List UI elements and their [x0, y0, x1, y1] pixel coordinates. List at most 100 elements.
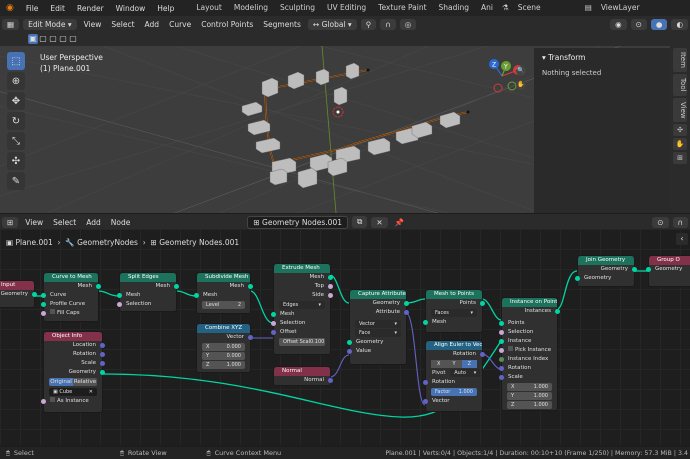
view-layer-icon[interactable]: ▤ [582, 0, 595, 16]
socket-icon[interactable] [41, 399, 46, 404]
transform-panel-title[interactable]: Transform [548, 53, 585, 62]
socket-icon[interactable] [499, 348, 504, 353]
tab-modeling[interactable]: Modeling [228, 0, 274, 16]
scale-z-field[interactable]: Z 1.000 [507, 401, 552, 409]
cursor-tool-icon[interactable]: ⊕ [7, 72, 25, 90]
node-combine-xyz[interactable]: Combine XYZ Vector X 0.000 Y 0.000 Z 1.000 [196, 323, 253, 373]
node-curve-to-mesh[interactable]: Curve to Mesh Mesh Curve Profile Curve F… [41, 272, 101, 322]
socket-icon[interactable] [100, 352, 105, 357]
socket-icon[interactable] [271, 312, 276, 317]
socket-icon[interactable] [96, 284, 101, 289]
axis-y-button[interactable]: Y [446, 360, 462, 368]
scene-icon[interactable]: ⚗ [499, 0, 512, 16]
menu-render[interactable]: Render [71, 4, 110, 13]
socket-icon[interactable] [100, 361, 105, 366]
node-group-output[interactable]: Group O Geometry [646, 255, 690, 287]
tab-shading[interactable]: Shading [433, 0, 475, 16]
pivot-icon[interactable]: ⚲ [360, 18, 377, 30]
socket-icon[interactable] [499, 366, 504, 371]
y-field[interactable]: Y 0.000 [202, 352, 245, 360]
socket-icon[interactable] [117, 293, 122, 298]
menu-help[interactable]: Help [151, 4, 180, 13]
transform-tool-icon[interactable]: ✣ [7, 152, 25, 170]
socket-icon[interactable] [347, 349, 352, 354]
menu-control-points[interactable]: Control Points [196, 20, 258, 29]
socket-icon[interactable] [575, 276, 580, 281]
socket-icon[interactable] [41, 302, 46, 307]
menu-curve[interactable]: Curve [164, 20, 196, 29]
annotate-tool-icon[interactable]: ✎ [7, 172, 25, 190]
scale-x-field[interactable]: X 1.000 [507, 383, 552, 391]
node-subdivide-mesh[interactable]: Subdivide Mesh Mesh Mesh Level 2 [194, 272, 253, 314]
socket-icon[interactable] [271, 321, 276, 326]
menu-edit[interactable]: Edit [44, 4, 71, 13]
scale-tool-icon[interactable]: ⤡ [7, 132, 25, 150]
blender-logo-icon[interactable]: ◉ [0, 3, 20, 13]
socket-icon[interactable] [423, 399, 428, 404]
node-extrude-mesh[interactable]: Extrude Mesh Mesh Top Side Edges ▾ Mesh S… [271, 263, 333, 355]
menu-add[interactable]: Add [140, 20, 165, 29]
sidebar-extra-icon-2[interactable]: ✋ [673, 138, 687, 151]
menu-view[interactable]: View [79, 20, 107, 29]
socket-icon[interactable] [328, 275, 333, 280]
tab-texture-paint[interactable]: Texture Paint [372, 0, 432, 16]
socket-icon[interactable] [248, 284, 253, 289]
sidebar-extra-icon-3[interactable]: ⊞ [673, 152, 687, 165]
level-field[interactable]: Level 2 [202, 301, 245, 309]
node-split-edges[interactable]: Split Edges Mesh Mesh Selection [117, 272, 179, 312]
socket-icon[interactable] [499, 330, 504, 335]
factor-field[interactable]: Factor 1.000 [431, 388, 477, 396]
move-tool-icon[interactable]: ✥ [7, 92, 25, 110]
x-field[interactable]: X 0.000 [202, 343, 245, 351]
socket-icon[interactable] [347, 340, 352, 345]
socket-icon[interactable] [499, 321, 504, 326]
close-icon[interactable]: ✕ [371, 216, 388, 228]
domain-dropdown[interactable]: Face ▾ [355, 329, 401, 337]
as-instance-checkbox[interactable]: As Instance [41, 397, 102, 406]
rotate-tool-icon[interactable]: ↻ [7, 112, 25, 130]
menu-window[interactable]: Window [110, 4, 152, 13]
socket-icon[interactable] [555, 309, 560, 314]
node-sidebar-toggle-icon[interactable]: ‹ [676, 233, 688, 245]
node-menu-node[interactable]: Node [106, 218, 136, 227]
socket-icon[interactable] [100, 370, 105, 375]
sidebar-tab-tool[interactable]: Tool [673, 73, 687, 96]
node-mesh-to-points[interactable]: Mesh to Points Points Faces ▾ Mesh [423, 289, 485, 333]
socket-icon[interactable] [271, 330, 276, 335]
shading-material-icon[interactable]: ◐ [671, 18, 688, 30]
socket-icon[interactable] [32, 292, 37, 297]
original-button[interactable]: Original [49, 378, 73, 386]
node-snap-icon[interactable]: ∩ [672, 216, 688, 228]
socket-icon[interactable] [41, 311, 46, 316]
select-mode-extend-icon[interactable]: ▢ [38, 34, 48, 44]
menu-file[interactable]: File [20, 4, 45, 13]
socket-icon[interactable] [328, 284, 333, 289]
select-box-tool-icon[interactable]: ⬚ [7, 52, 25, 70]
fake-user-icon[interactable]: ⧉ [352, 216, 368, 228]
offset-scale-field[interactable]: Offset Scal 0.100 [279, 338, 325, 346]
socket-icon[interactable] [423, 320, 428, 325]
socket-icon[interactable] [646, 267, 651, 272]
sidebar-tab-item[interactable]: Item [673, 48, 687, 72]
socket-icon[interactable] [194, 293, 199, 298]
select-mode-intersect-icon[interactable]: ▢ [68, 34, 78, 44]
socket-icon[interactable] [248, 335, 253, 340]
scale-y-field[interactable]: Y 1.000 [507, 392, 552, 400]
socket-icon[interactable] [480, 352, 485, 357]
pick-instance-checkbox[interactable]: Pick Instance [499, 346, 557, 355]
tab-sculpting[interactable]: Sculpting [274, 0, 321, 16]
node-object-info[interactable]: Object Info Location Rotation Scale Geom… [41, 331, 105, 413]
data-type-dropdown[interactable]: Vector ▾ [355, 320, 401, 328]
socket-icon[interactable] [404, 310, 409, 315]
node-menu-view[interactable]: View [20, 218, 48, 227]
socket-icon[interactable] [499, 339, 504, 344]
node-editor[interactable]: ▣ Plane.001 › 🔧 GeometryNodes › ⊞ Geomet… [0, 229, 690, 445]
socket-icon[interactable] [328, 293, 333, 298]
z-field[interactable]: Z 1.000 [202, 361, 245, 369]
relative-button[interactable]: Relative [73, 378, 97, 386]
socket-icon[interactable] [328, 378, 333, 383]
tab-layout[interactable]: Layout [190, 0, 228, 16]
select-mode-subtract-icon[interactable]: ▢ [48, 34, 58, 44]
view-pan-icon[interactable]: ✋ [516, 80, 526, 90]
axis-x-button[interactable]: X [431, 360, 447, 368]
